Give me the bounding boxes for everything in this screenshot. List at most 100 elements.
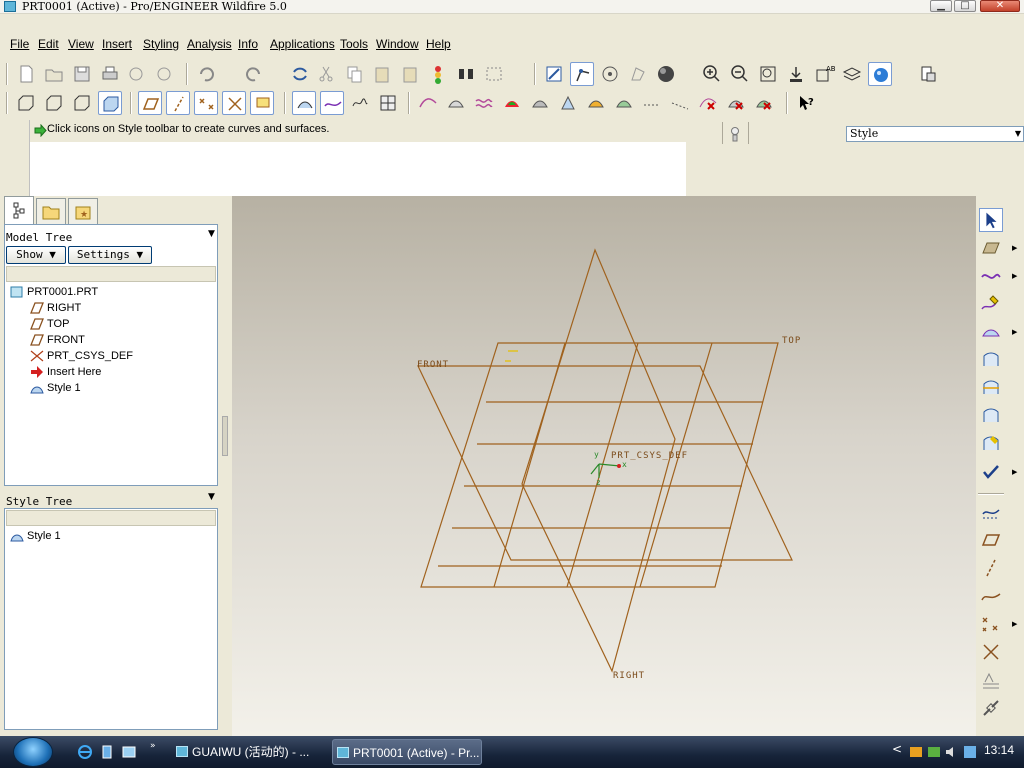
lightbulb-icon[interactable]: [730, 126, 740, 144]
traffic-light-icon[interactable]: [426, 62, 450, 86]
copy-icon[interactable]: [342, 62, 366, 86]
model-tree-menu-icon[interactable]: ▼: [208, 229, 215, 239]
model-player-icon[interactable]: [916, 62, 940, 86]
style-tree-menu-icon[interactable]: ▼: [208, 492, 215, 502]
tree-item-front[interactable]: FRONT: [47, 334, 85, 346]
menu-view[interactable]: View: [68, 37, 94, 51]
delete-curve-analysis-icon[interactable]: [696, 91, 720, 115]
datum-planes-icon[interactable]: [138, 91, 162, 115]
sketch-tools-icon[interactable]: [979, 500, 1003, 524]
panel-splitter[interactable]: [222, 416, 228, 456]
curve-display-icon[interactable]: [320, 91, 344, 115]
explorer-icon[interactable]: [121, 744, 137, 760]
datum-point-tool-icon[interactable]: [979, 612, 1003, 636]
maximize-button[interactable]: □: [954, 0, 976, 12]
style-tree-item-style-1[interactable]: Style 1: [27, 530, 61, 542]
view-hidden-line-icon[interactable]: [42, 91, 66, 115]
new-file-icon[interactable]: [14, 62, 38, 86]
taskbar-item-prt0001[interactable]: PRT0001 (Active) - Pr...: [332, 739, 482, 765]
wave-analysis-icon[interactable]: [472, 91, 496, 115]
surface-analysis-icon[interactable]: [444, 91, 468, 115]
menu-styling[interactable]: Styling: [143, 37, 179, 51]
menu-help[interactable]: Help: [426, 37, 451, 51]
menu-analysis[interactable]: Analysis: [187, 37, 232, 51]
cut-icon[interactable]: [314, 62, 338, 86]
delete-surface-analysis-icon[interactable]: [724, 91, 748, 115]
set-active-plane-icon[interactable]: [979, 236, 1003, 260]
trim-surface-icon[interactable]: [979, 376, 1003, 400]
menu-insert[interactable]: Insert: [102, 37, 132, 51]
paste-icon[interactable]: [370, 62, 394, 86]
datum-points-icon[interactable]: [194, 91, 218, 115]
save-icon[interactable]: [70, 62, 94, 86]
network-icon[interactable]: [926, 744, 942, 760]
menu-tools[interactable]: Tools: [340, 37, 368, 51]
curvature-color-icon[interactable]: [500, 91, 524, 115]
reorient-icon[interactable]: [784, 62, 808, 86]
tree-item-top[interactable]: TOP: [47, 318, 69, 330]
chevron-right-icon[interactable]: ▶: [1012, 272, 1017, 280]
show-button[interactable]: Show ▼: [6, 246, 66, 264]
tree-item-insert-here[interactable]: Insert Here: [47, 366, 101, 378]
start-button[interactable]: [13, 737, 53, 767]
done-check-icon[interactable]: [979, 460, 1003, 484]
minimize-button[interactable]: ▁: [930, 0, 952, 12]
datum-plane-tool-icon[interactable]: [979, 528, 1003, 552]
volume-icon[interactable]: [944, 744, 960, 760]
select-pointer-icon[interactable]: [979, 208, 1003, 232]
tray-expand-icon[interactable]: <: [892, 742, 902, 756]
tray-app-icon[interactable]: [908, 744, 924, 760]
deviation-analysis-icon[interactable]: [668, 91, 692, 115]
settings-button[interactable]: Settings ▼: [68, 246, 152, 264]
datum-axis-tool-icon[interactable]: [979, 556, 1003, 580]
datum-csys-tool-icon[interactable]: [979, 640, 1003, 664]
select-box-icon[interactable]: [482, 62, 506, 86]
tree-item-right[interactable]: RIGHT: [47, 302, 81, 314]
chevron-right-icon[interactable]: ▶: [1012, 244, 1017, 252]
spin-center-icon[interactable]: [598, 62, 622, 86]
create-curve-icon[interactable]: [979, 264, 1003, 288]
saved-views-icon[interactable]: AB: [812, 62, 836, 86]
delete-all-analysis-icon[interactable]: [752, 91, 776, 115]
chain-link-icon[interactable]: [979, 696, 1003, 720]
menu-file[interactable]: File: [10, 37, 29, 51]
taskbar-item-guaiwu[interactable]: GUAIWU (活动的) - ...: [172, 739, 328, 765]
menu-info[interactable]: Info: [238, 37, 258, 51]
surface-icon[interactable]: [979, 320, 1003, 344]
surface-display-icon[interactable]: [292, 91, 316, 115]
datum-axes-icon[interactable]: [166, 91, 190, 115]
shading-icon[interactable]: [654, 62, 678, 86]
media-icon[interactable]: [99, 744, 115, 760]
slope-analysis-icon[interactable]: [584, 91, 608, 115]
print-icon[interactable]: [98, 62, 122, 86]
style-filter-select[interactable]: Style ▼: [846, 126, 1024, 142]
email-icon[interactable]: [124, 62, 148, 86]
section-analysis-icon[interactable]: [612, 91, 636, 115]
input-method-icon[interactable]: [962, 744, 978, 760]
datum-display-icon[interactable]: [542, 62, 566, 86]
draft-analysis-icon[interactable]: [556, 91, 580, 115]
layers-icon[interactable]: [840, 62, 864, 86]
chevron-right-icon[interactable]: ▶: [1012, 620, 1017, 628]
curve-analysis-icon[interactable]: [416, 91, 440, 115]
close-button[interactable]: ✕: [980, 0, 1020, 12]
tree-item-part[interactable]: PRT0001.PRT: [27, 286, 98, 298]
menu-window[interactable]: Window: [376, 37, 419, 51]
datum-curve-tool-icon[interactable]: [979, 584, 1003, 608]
zoom-out-icon[interactable]: [728, 62, 752, 86]
tab-favorites[interactable]: ★: [68, 198, 98, 224]
curve-on-surface-icon[interactable]: [979, 432, 1003, 456]
sketch-icon[interactable]: [348, 91, 372, 115]
annotations-icon[interactable]: [250, 91, 274, 115]
find-icon[interactable]: [454, 62, 478, 86]
paste-special-icon[interactable]: [398, 62, 422, 86]
style-curve-toggle-icon[interactable]: [570, 62, 594, 86]
view-shaded-icon[interactable]: [98, 91, 122, 115]
edit-curve-icon[interactable]: [979, 292, 1003, 316]
redo-icon[interactable]: [242, 62, 266, 86]
tree-item-csys[interactable]: PRT_CSYS_DEF: [47, 350, 133, 362]
graphics-window[interactable]: FRONT TOP RIGHT PRT_CSYS_DEF y z x: [232, 196, 976, 736]
reflection-analysis-icon[interactable]: [528, 91, 552, 115]
view-wireframe-icon[interactable]: [14, 91, 38, 115]
view-no-hidden-icon[interactable]: [70, 91, 94, 115]
